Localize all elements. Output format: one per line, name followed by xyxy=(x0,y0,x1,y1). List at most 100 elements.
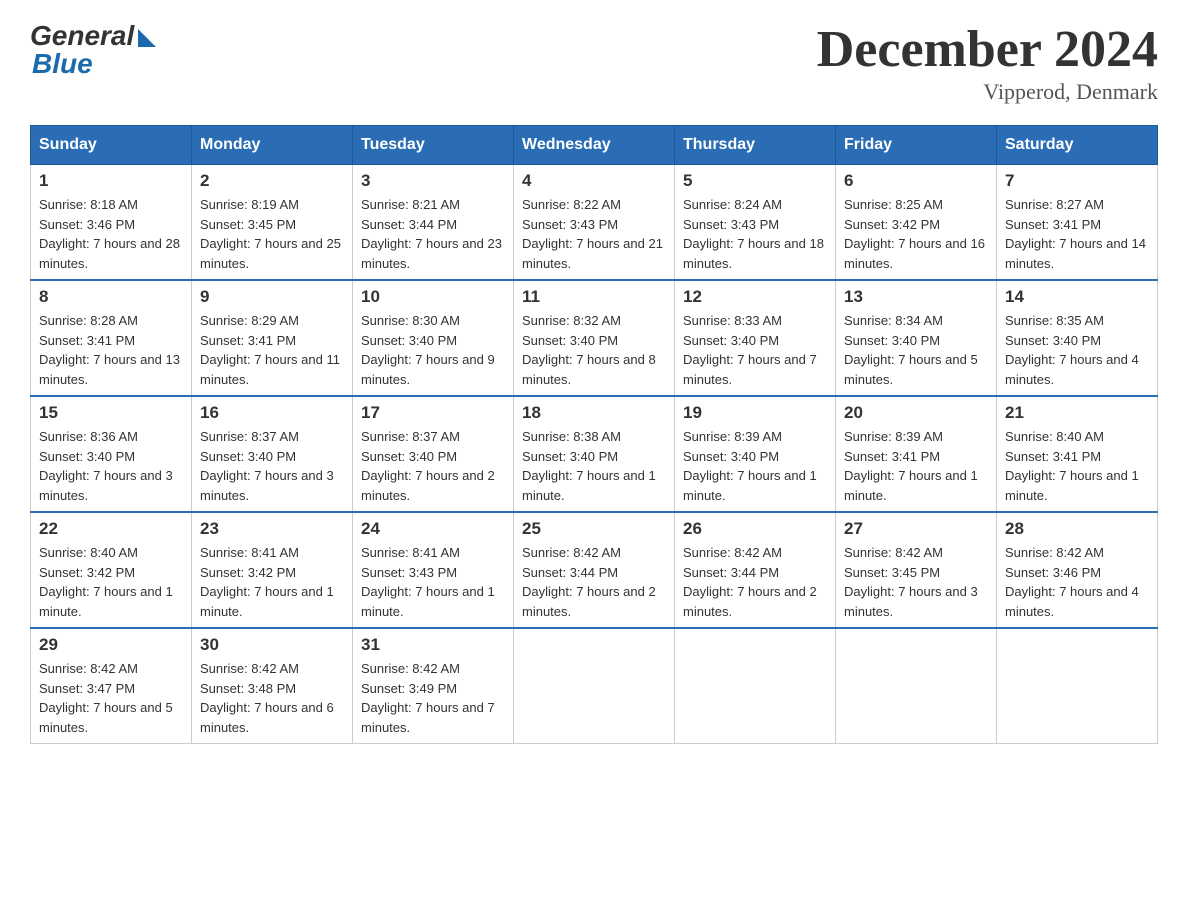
day-number: 18 xyxy=(522,403,666,423)
table-row xyxy=(514,628,675,744)
calendar-location: Vipperod, Denmark xyxy=(817,79,1158,105)
table-row: 2 Sunrise: 8:19 AMSunset: 3:45 PMDayligh… xyxy=(192,165,353,281)
day-info: Sunrise: 8:42 AMSunset: 3:44 PMDaylight:… xyxy=(522,543,666,621)
header-sunday: Sunday xyxy=(31,126,192,165)
table-row: 15 Sunrise: 8:36 AMSunset: 3:40 PMDaylig… xyxy=(31,396,192,512)
day-info: Sunrise: 8:29 AMSunset: 3:41 PMDaylight:… xyxy=(200,311,344,389)
table-row xyxy=(997,628,1158,744)
day-number: 1 xyxy=(39,171,183,191)
header-tuesday: Tuesday xyxy=(353,126,514,165)
day-info: Sunrise: 8:28 AMSunset: 3:41 PMDaylight:… xyxy=(39,311,183,389)
day-number: 9 xyxy=(200,287,344,307)
day-number: 15 xyxy=(39,403,183,423)
day-info: Sunrise: 8:35 AMSunset: 3:40 PMDaylight:… xyxy=(1005,311,1149,389)
day-info: Sunrise: 8:42 AMSunset: 3:46 PMDaylight:… xyxy=(1005,543,1149,621)
day-number: 6 xyxy=(844,171,988,191)
table-row: 31 Sunrise: 8:42 AMSunset: 3:49 PMDaylig… xyxy=(353,628,514,744)
table-row: 20 Sunrise: 8:39 AMSunset: 3:41 PMDaylig… xyxy=(836,396,997,512)
day-info: Sunrise: 8:42 AMSunset: 3:49 PMDaylight:… xyxy=(361,659,505,737)
day-number: 28 xyxy=(1005,519,1149,539)
header-saturday: Saturday xyxy=(997,126,1158,165)
day-number: 24 xyxy=(361,519,505,539)
day-info: Sunrise: 8:42 AMSunset: 3:44 PMDaylight:… xyxy=(683,543,827,621)
table-row: 8 Sunrise: 8:28 AMSunset: 3:41 PMDayligh… xyxy=(31,280,192,396)
day-number: 29 xyxy=(39,635,183,655)
table-row: 14 Sunrise: 8:35 AMSunset: 3:40 PMDaylig… xyxy=(997,280,1158,396)
table-row: 26 Sunrise: 8:42 AMSunset: 3:44 PMDaylig… xyxy=(675,512,836,628)
day-info: Sunrise: 8:34 AMSunset: 3:40 PMDaylight:… xyxy=(844,311,988,389)
day-number: 7 xyxy=(1005,171,1149,191)
day-info: Sunrise: 8:40 AMSunset: 3:42 PMDaylight:… xyxy=(39,543,183,621)
day-number: 2 xyxy=(200,171,344,191)
day-number: 27 xyxy=(844,519,988,539)
table-row: 21 Sunrise: 8:40 AMSunset: 3:41 PMDaylig… xyxy=(997,396,1158,512)
logo-blue-text: Blue xyxy=(30,48,93,80)
calendar-week-row: 15 Sunrise: 8:36 AMSunset: 3:40 PMDaylig… xyxy=(31,396,1158,512)
table-row: 17 Sunrise: 8:37 AMSunset: 3:40 PMDaylig… xyxy=(353,396,514,512)
day-number: 23 xyxy=(200,519,344,539)
day-info: Sunrise: 8:38 AMSunset: 3:40 PMDaylight:… xyxy=(522,427,666,505)
table-row: 25 Sunrise: 8:42 AMSunset: 3:44 PMDaylig… xyxy=(514,512,675,628)
table-row: 16 Sunrise: 8:37 AMSunset: 3:40 PMDaylig… xyxy=(192,396,353,512)
day-info: Sunrise: 8:41 AMSunset: 3:42 PMDaylight:… xyxy=(200,543,344,621)
day-number: 22 xyxy=(39,519,183,539)
day-info: Sunrise: 8:37 AMSunset: 3:40 PMDaylight:… xyxy=(361,427,505,505)
table-row: 18 Sunrise: 8:38 AMSunset: 3:40 PMDaylig… xyxy=(514,396,675,512)
logo-arrow-icon xyxy=(138,29,156,47)
table-row: 1 Sunrise: 8:18 AMSunset: 3:46 PMDayligh… xyxy=(31,165,192,281)
day-number: 8 xyxy=(39,287,183,307)
header-friday: Friday xyxy=(836,126,997,165)
table-row: 29 Sunrise: 8:42 AMSunset: 3:47 PMDaylig… xyxy=(31,628,192,744)
table-row: 12 Sunrise: 8:33 AMSunset: 3:40 PMDaylig… xyxy=(675,280,836,396)
day-number: 5 xyxy=(683,171,827,191)
day-info: Sunrise: 8:32 AMSunset: 3:40 PMDaylight:… xyxy=(522,311,666,389)
day-number: 21 xyxy=(1005,403,1149,423)
day-info: Sunrise: 8:39 AMSunset: 3:40 PMDaylight:… xyxy=(683,427,827,505)
title-block: December 2024 Vipperod, Denmark xyxy=(817,20,1158,105)
table-row: 19 Sunrise: 8:39 AMSunset: 3:40 PMDaylig… xyxy=(675,396,836,512)
day-info: Sunrise: 8:22 AMSunset: 3:43 PMDaylight:… xyxy=(522,195,666,273)
table-row: 23 Sunrise: 8:41 AMSunset: 3:42 PMDaylig… xyxy=(192,512,353,628)
day-number: 10 xyxy=(361,287,505,307)
day-info: Sunrise: 8:42 AMSunset: 3:45 PMDaylight:… xyxy=(844,543,988,621)
day-number: 4 xyxy=(522,171,666,191)
table-row: 11 Sunrise: 8:32 AMSunset: 3:40 PMDaylig… xyxy=(514,280,675,396)
day-info: Sunrise: 8:36 AMSunset: 3:40 PMDaylight:… xyxy=(39,427,183,505)
page-header: General Blue December 2024 Vipperod, Den… xyxy=(30,20,1158,105)
day-number: 31 xyxy=(361,635,505,655)
day-info: Sunrise: 8:33 AMSunset: 3:40 PMDaylight:… xyxy=(683,311,827,389)
table-row: 13 Sunrise: 8:34 AMSunset: 3:40 PMDaylig… xyxy=(836,280,997,396)
day-info: Sunrise: 8:42 AMSunset: 3:48 PMDaylight:… xyxy=(200,659,344,737)
day-info: Sunrise: 8:42 AMSunset: 3:47 PMDaylight:… xyxy=(39,659,183,737)
table-row xyxy=(675,628,836,744)
calendar-table: Sunday Monday Tuesday Wednesday Thursday… xyxy=(30,125,1158,744)
day-info: Sunrise: 8:25 AMSunset: 3:42 PMDaylight:… xyxy=(844,195,988,273)
table-row: 4 Sunrise: 8:22 AMSunset: 3:43 PMDayligh… xyxy=(514,165,675,281)
table-row: 7 Sunrise: 8:27 AMSunset: 3:41 PMDayligh… xyxy=(997,165,1158,281)
header-monday: Monday xyxy=(192,126,353,165)
calendar-week-row: 29 Sunrise: 8:42 AMSunset: 3:47 PMDaylig… xyxy=(31,628,1158,744)
day-info: Sunrise: 8:18 AMSunset: 3:46 PMDaylight:… xyxy=(39,195,183,273)
calendar-title: December 2024 xyxy=(817,20,1158,79)
day-info: Sunrise: 8:30 AMSunset: 3:40 PMDaylight:… xyxy=(361,311,505,389)
table-row: 30 Sunrise: 8:42 AMSunset: 3:48 PMDaylig… xyxy=(192,628,353,744)
table-row xyxy=(836,628,997,744)
table-row: 3 Sunrise: 8:21 AMSunset: 3:44 PMDayligh… xyxy=(353,165,514,281)
table-row: 9 Sunrise: 8:29 AMSunset: 3:41 PMDayligh… xyxy=(192,280,353,396)
day-info: Sunrise: 8:21 AMSunset: 3:44 PMDaylight:… xyxy=(361,195,505,273)
day-number: 16 xyxy=(200,403,344,423)
calendar-week-row: 8 Sunrise: 8:28 AMSunset: 3:41 PMDayligh… xyxy=(31,280,1158,396)
calendar-header-row: Sunday Monday Tuesday Wednesday Thursday… xyxy=(31,126,1158,165)
day-number: 17 xyxy=(361,403,505,423)
table-row: 28 Sunrise: 8:42 AMSunset: 3:46 PMDaylig… xyxy=(997,512,1158,628)
day-number: 30 xyxy=(200,635,344,655)
table-row: 22 Sunrise: 8:40 AMSunset: 3:42 PMDaylig… xyxy=(31,512,192,628)
day-number: 14 xyxy=(1005,287,1149,307)
day-number: 20 xyxy=(844,403,988,423)
day-info: Sunrise: 8:24 AMSunset: 3:43 PMDaylight:… xyxy=(683,195,827,273)
day-info: Sunrise: 8:41 AMSunset: 3:43 PMDaylight:… xyxy=(361,543,505,621)
calendar-week-row: 22 Sunrise: 8:40 AMSunset: 3:42 PMDaylig… xyxy=(31,512,1158,628)
day-number: 13 xyxy=(844,287,988,307)
calendar-week-row: 1 Sunrise: 8:18 AMSunset: 3:46 PMDayligh… xyxy=(31,165,1158,281)
day-info: Sunrise: 8:39 AMSunset: 3:41 PMDaylight:… xyxy=(844,427,988,505)
